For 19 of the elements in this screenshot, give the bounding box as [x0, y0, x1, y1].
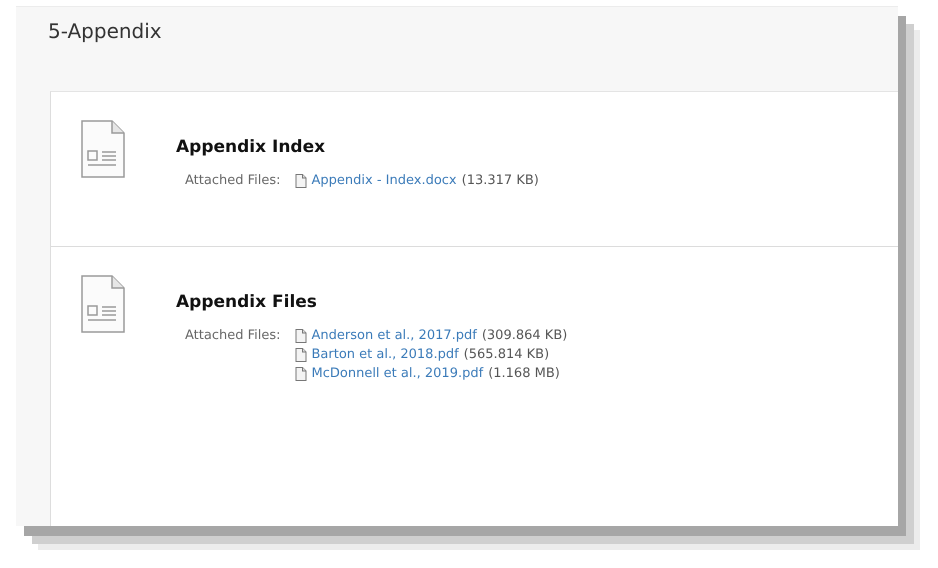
- file-icon: [294, 174, 307, 188]
- file-size: (565.814 KB): [464, 346, 550, 364]
- attachments-label: Attached Files:: [185, 172, 281, 190]
- file-size: (1.168 MB): [488, 365, 560, 383]
- file-link[interactable]: Barton et al., 2018.pdf: [312, 345, 459, 364]
- section-title: 5-Appendix: [47, 18, 163, 45]
- item-title: Appendix Files: [176, 292, 318, 312]
- file-link[interactable]: Anderson et al., 2017.pdf: [312, 326, 477, 345]
- attachments-label: Attached Files:: [185, 327, 281, 345]
- file-icon: [294, 366, 307, 380]
- file-size: (13.317 KB): [462, 172, 539, 190]
- file-size: (309.864 KB): [482, 327, 568, 345]
- item-title: Appendix Index: [176, 137, 326, 157]
- file-link[interactable]: McDonnell et al., 2019.pdf: [312, 364, 484, 383]
- document-icon: [80, 274, 126, 334]
- document-icon: [80, 119, 126, 179]
- file-link[interactable]: Appendix - Index.docx: [312, 171, 457, 190]
- file-icon: [294, 328, 307, 342]
- file-icon: [294, 348, 307, 362]
